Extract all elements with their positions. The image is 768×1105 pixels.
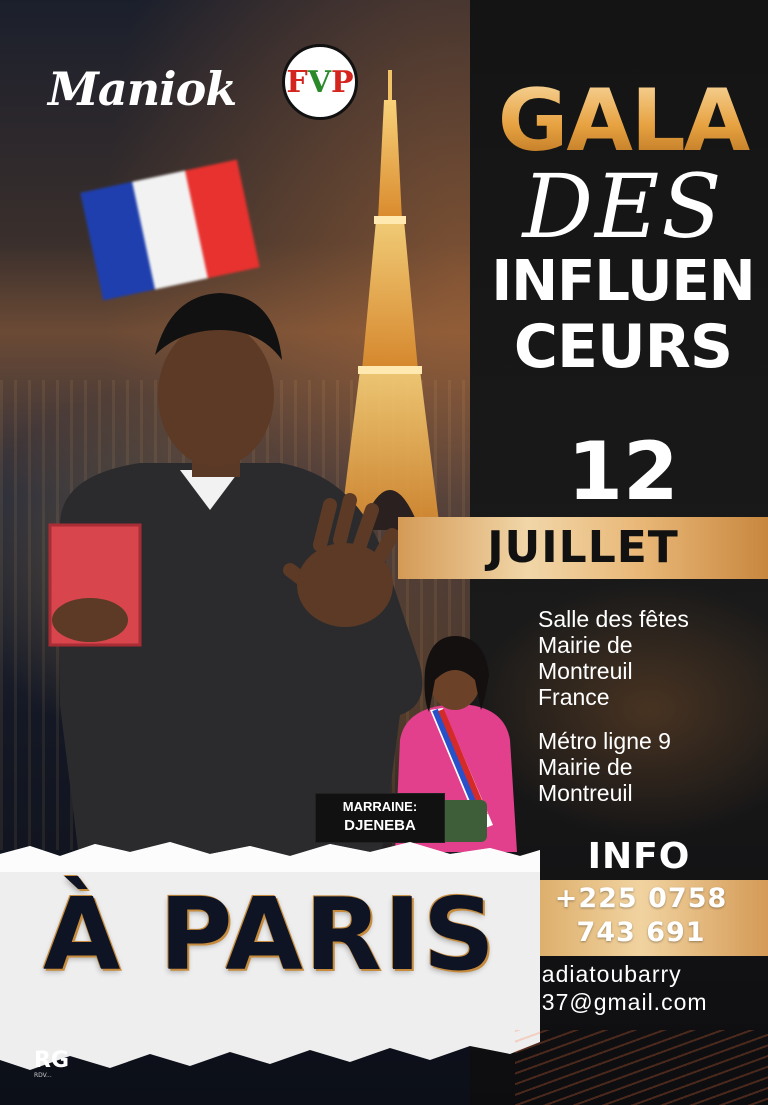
- email-address: hadiatoubarry 137@gmail.com: [528, 960, 768, 1016]
- logo-letter-f: F: [286, 65, 308, 100]
- event-month: JUILLET: [487, 522, 679, 573]
- venue-line: Montreuil: [538, 658, 633, 684]
- title-gala: GALA: [478, 78, 768, 164]
- info-heading: INFO: [587, 836, 691, 877]
- event-poster: Maniok FVP GALA DES INFLUEN CEURS 12 JUI…: [0, 0, 768, 1105]
- logo-letter-v: V: [307, 65, 332, 100]
- venue-line: France: [538, 684, 610, 710]
- title-influen: INFLUEN: [491, 249, 755, 314]
- city-headline: À PARIS: [43, 876, 497, 993]
- venue-line: Salle des fêtes: [538, 606, 689, 632]
- metro-line: Métro ligne 9: [538, 728, 671, 754]
- marraine-name: DJENEBA: [344, 817, 416, 834]
- event-day: 12: [567, 425, 679, 518]
- venue-details: Salle des fêtes Mairie de Montreuil Fran…: [538, 606, 766, 806]
- producer-badge-main: RG: [34, 1048, 69, 1073]
- email-line-1: hadiatoubarry: [528, 961, 682, 987]
- email-line-2: 137@gmail.com: [528, 989, 708, 1015]
- phone-line-2: 743 691: [576, 917, 706, 948]
- organization-logo: FVP: [282, 44, 358, 120]
- venue-line: Mairie de: [538, 632, 633, 658]
- night-road-lights: [515, 1030, 768, 1105]
- title-ceurs: CEURS: [513, 312, 733, 382]
- title-des: DES: [522, 155, 724, 258]
- metro-line: Mairie de: [538, 754, 633, 780]
- french-flag: [80, 159, 260, 301]
- metro-line: Montreuil: [538, 780, 633, 806]
- phone-number: +225 0758 743 691: [514, 882, 768, 950]
- logo-letter-p: P: [331, 65, 354, 100]
- marraine-badge: MARRAINE: DJENEBA: [315, 793, 445, 843]
- phone-line-1: +225 0758: [554, 883, 728, 914]
- brand-wordmark: Maniok: [48, 62, 237, 116]
- logo-letters: FVP: [285, 65, 355, 100]
- producer-badge-sub: RDV...: [34, 1072, 52, 1079]
- producer-badge: RG RDV...: [34, 1048, 70, 1079]
- marraine-label: MARRAINE:: [342, 799, 418, 814]
